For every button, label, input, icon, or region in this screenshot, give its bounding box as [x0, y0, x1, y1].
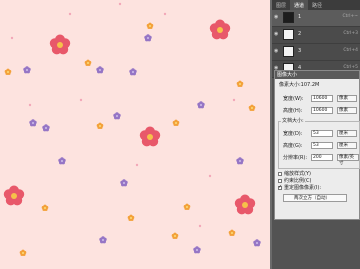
- image-size-dialog: 图像大小 像素大小:107.2M 宽度(W): 10600 像素 高度(H): …: [274, 70, 360, 220]
- width-input[interactable]: 10600: [311, 95, 333, 102]
- small-orange-flower: [41, 204, 49, 211]
- doc-width-unit-select[interactable]: 厘米: [337, 130, 357, 137]
- big-flower: [49, 34, 71, 55]
- big-flower: [209, 19, 231, 40]
- small-orange-flower: [171, 232, 179, 239]
- scale-styles-label: 缩放样式(Y): [284, 171, 311, 177]
- small-orange-flower: [146, 22, 154, 29]
- canvas[interactable]: [0, 0, 270, 269]
- pixel-size-label: 像素大小:107.2M: [279, 82, 320, 88]
- height-input[interactable]: 10600: [311, 107, 333, 114]
- pattern-dot: [198, 224, 202, 228]
- channel-name: 2: [298, 31, 302, 37]
- small-orange-flower: [84, 59, 92, 66]
- flower-pattern: [3, 2, 261, 256]
- small-purple-flower: [113, 112, 121, 120]
- small-purple-flower: [99, 236, 107, 244]
- pattern-dot: [163, 12, 167, 16]
- channel-row[interactable]: ◉ 3 Ctrl+4: [272, 44, 360, 61]
- resample-label: 重定图像像素(I):: [284, 185, 322, 191]
- small-purple-flower: [23, 66, 31, 74]
- eye-icon[interactable]: ◉: [274, 15, 280, 20]
- small-purple-flower: [58, 157, 66, 165]
- resolution-unit-select[interactable]: 像素/英寸: [337, 154, 359, 166]
- doc-width-input[interactable]: 53: [311, 130, 333, 137]
- small-purple-flower: [236, 157, 244, 165]
- panel-tabs: 图层 通道 路径: [272, 0, 360, 10]
- small-orange-flower: [96, 122, 104, 129]
- channel-name: 1: [298, 14, 302, 20]
- small-purple-flower: [253, 239, 261, 247]
- doc-height-label: 高度(G):: [283, 143, 303, 149]
- constrain-proportions-checkbox[interactable]: [278, 179, 282, 183]
- tab-layers[interactable]: 图层: [272, 0, 290, 10]
- small-orange-flower: [236, 80, 244, 87]
- channel-list: ◉ 1 Ctrl+~ ◉ 2 Ctrl+3 ◉ 3 Ctrl+4 ◉ 4 Ctr…: [272, 10, 360, 78]
- resample-checkbox[interactable]: [278, 184, 282, 190]
- pattern-dot: [135, 163, 139, 167]
- doc-width-label: 宽度(D):: [283, 131, 303, 137]
- width-unit-select[interactable]: 像素: [337, 95, 357, 102]
- eye-icon[interactable]: ◉: [274, 49, 280, 54]
- big-flower: [3, 185, 25, 206]
- small-orange-flower: [228, 229, 236, 236]
- pattern-dot: [208, 174, 212, 178]
- pattern-dot: [118, 2, 122, 6]
- scale-styles-checkbox[interactable]: [278, 172, 282, 176]
- pattern-dot: [28, 103, 32, 107]
- small-purple-flower: [96, 66, 104, 74]
- pattern-dot: [79, 98, 83, 102]
- channel-shortcut: Ctrl+4: [343, 48, 358, 53]
- small-orange-flower: [248, 104, 256, 111]
- small-orange-flower: [183, 203, 191, 210]
- channel-thumbnail: [283, 46, 294, 57]
- small-purple-flower: [144, 34, 152, 42]
- resample-method-select[interactable]: 两次立方（自动）: [283, 194, 347, 202]
- height-label: 高度(H):: [283, 108, 303, 114]
- doc-height-input[interactable]: 53: [311, 142, 333, 149]
- channel-row[interactable]: ◉ 1 Ctrl+~: [272, 10, 360, 27]
- small-purple-flower: [193, 246, 201, 254]
- tab-channels[interactable]: 通道: [290, 0, 309, 10]
- small-purple-flower: [29, 119, 37, 127]
- small-purple-flower: [197, 101, 205, 109]
- tab-paths[interactable]: 路径: [308, 0, 326, 10]
- small-orange-flower: [172, 119, 180, 126]
- channel-row[interactable]: ◉ 2 Ctrl+3: [272, 27, 360, 44]
- constrain-proportions-label: 约束比例(C): [284, 178, 312, 184]
- channel-thumbnail: [283, 12, 294, 23]
- channel-thumbnail: [283, 29, 294, 40]
- small-purple-flower: [120, 179, 128, 187]
- resolution-input[interactable]: 200: [311, 154, 333, 161]
- small-orange-flower: [19, 249, 27, 256]
- big-flower: [139, 126, 161, 147]
- pattern-dot: [232, 98, 236, 102]
- pattern-dot: [10, 36, 14, 40]
- channel-name: 3: [298, 48, 302, 54]
- channel-shortcut: Ctrl+~: [342, 14, 358, 19]
- eye-icon[interactable]: ◉: [274, 32, 280, 37]
- big-flower: [234, 194, 256, 215]
- channel-shortcut: Ctrl+3: [343, 31, 358, 36]
- resolution-label: 分辨率(R):: [283, 155, 308, 161]
- small-orange-flower: [4, 68, 12, 75]
- doc-height-unit-select[interactable]: 厘米: [337, 142, 357, 149]
- pattern-dot: [68, 12, 72, 16]
- small-orange-flower: [127, 214, 135, 221]
- dialog-title: 图像大小: [275, 71, 359, 79]
- document-size-label: 文档大小:: [281, 118, 305, 124]
- height-unit-select[interactable]: 像素: [337, 107, 357, 114]
- width-label: 宽度(W):: [283, 96, 304, 102]
- small-purple-flower: [42, 124, 50, 132]
- small-purple-flower: [129, 68, 137, 76]
